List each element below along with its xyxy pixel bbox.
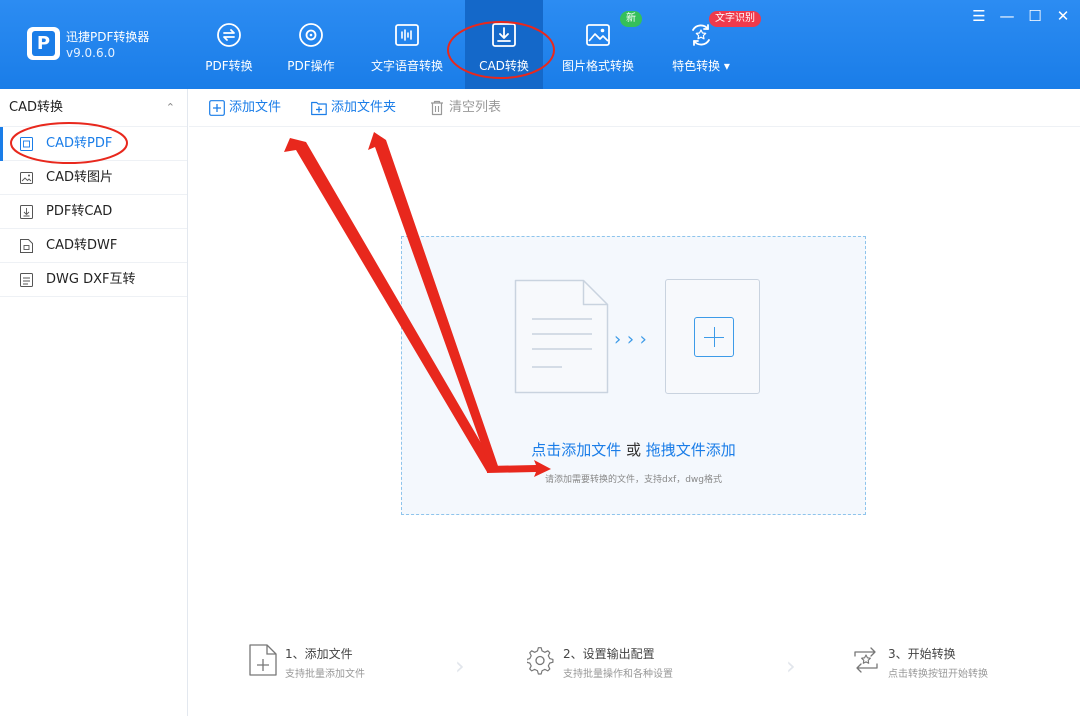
add-file-tile[interactable] xyxy=(665,279,760,394)
image-icon xyxy=(586,24,610,46)
step-separator-icon: › xyxy=(455,652,465,680)
image-file-icon xyxy=(20,172,33,184)
minimize-icon[interactable]: — xyxy=(996,6,1018,26)
or-text: 或 xyxy=(625,441,641,459)
sidebar-item-label: CAD转DWF xyxy=(46,238,118,253)
add-file-icon xyxy=(249,644,277,676)
nav-cad-convert[interactable]: CAD转换 xyxy=(465,0,543,89)
clear-list-button[interactable]: 清空列表 xyxy=(429,89,501,127)
cad-file-icon xyxy=(20,205,33,219)
pdf-file-icon xyxy=(20,137,33,151)
sidebar-item-label: CAD转图片 xyxy=(46,170,113,185)
nav-pdf-convert[interactable]: PDF转换 xyxy=(196,0,262,89)
add-folder-icon xyxy=(311,101,327,116)
nav-text-speech[interactable]: 文字语音转换 xyxy=(362,0,452,89)
dropzone-hint: 请添加需要转换的文件，支持dxf，dwg格式 xyxy=(545,475,722,485)
special-convert-icon xyxy=(692,24,710,46)
dropzone-instruction: 点击添加文件 或 拖拽文件添加 xyxy=(402,439,865,460)
chevron-up-icon[interactable]: ⌃ xyxy=(166,89,175,127)
app-name: 迅捷PDF转换器 xyxy=(66,30,150,44)
nav-label: CAD转换 xyxy=(479,59,529,73)
dwg-file-icon xyxy=(20,273,33,287)
document-illustration-icon xyxy=(514,279,609,394)
dwf-file-icon xyxy=(20,239,33,253)
menu-icon[interactable]: ☰ xyxy=(968,6,990,26)
ocr-badge: 文字识别 xyxy=(709,11,761,27)
audio-wave-icon xyxy=(395,24,419,46)
toolbar: 添加文件 添加文件夹 清空列表 xyxy=(189,89,1080,127)
sidebar-header[interactable]: CAD转换 ⌃ xyxy=(0,89,187,127)
top-header: P 迅捷PDF转换器 v9.0.6.0 PDF转换 PDF操作 文字语音转换 C… xyxy=(0,0,1080,89)
sidebar-title: CAD转换 xyxy=(9,100,63,115)
nav-label: 图片格式转换 xyxy=(561,59,634,73)
close-icon[interactable]: ✕ xyxy=(1052,6,1074,26)
app-version: v9.0.6.0 xyxy=(66,46,116,60)
sidebar: CAD转换 ⌃ CAD转PDF CAD转图片 PDF转CAD CAD转DWF D… xyxy=(0,89,188,716)
logo-p-mark: P xyxy=(32,31,55,56)
file-drop-zone[interactable]: ››› 点击添加文件 或 拖拽文件添加 请添加需要转换的文件，支持dxf，dwg… xyxy=(401,236,866,515)
sidebar-item-cad-to-pdf[interactable]: CAD转PDF xyxy=(0,127,187,161)
new-badge: 新 xyxy=(620,11,642,27)
convert-start-icon xyxy=(854,647,878,673)
nav-label-text: 特色转换 xyxy=(672,59,721,73)
step-title: 3、开始转换 xyxy=(888,647,956,661)
settings-gear-icon xyxy=(527,647,554,675)
maximize-icon[interactable]: ☐ xyxy=(1024,6,1046,26)
nav-label: PDF操作 xyxy=(287,59,335,73)
nav-pdf-operate[interactable]: PDF操作 xyxy=(279,0,343,89)
sidebar-item-label: CAD转PDF xyxy=(46,136,113,151)
sidebar-item-dwg-dxf[interactable]: DWG DXF互转 xyxy=(0,263,187,297)
step-desc: 点击转换按钮开始转换 xyxy=(888,669,988,680)
sidebar-item-label: DWG DXF互转 xyxy=(46,272,136,287)
drag-add-file-link[interactable]: 拖拽文件添加 xyxy=(646,441,736,459)
pdf-operate-icon xyxy=(299,23,323,47)
step-desc: 支持批量添加文件 xyxy=(285,669,365,680)
step-title: 2、设置输出配置 xyxy=(563,647,655,661)
pdf-convert-icon xyxy=(217,23,241,47)
nav-label: 特色转换 ▾ xyxy=(660,57,742,74)
plus-icon xyxy=(694,317,734,357)
nav-label: 文字语音转换 xyxy=(370,59,443,73)
trash-icon xyxy=(431,100,443,116)
click-add-file-link[interactable]: 点击添加文件 xyxy=(531,441,621,459)
nav-label: PDF转换 xyxy=(205,59,253,73)
cad-convert-icon xyxy=(492,23,516,47)
arrows-icon: ››› xyxy=(612,329,651,350)
add-folder-button[interactable]: 添加文件夹 xyxy=(311,89,396,127)
step-title: 1、添加文件 xyxy=(285,647,353,661)
sidebar-item-cad-to-image[interactable]: CAD转图片 xyxy=(0,161,187,195)
step-desc: 支持批量操作和各种设置 xyxy=(563,669,673,680)
step-separator-icon: › xyxy=(786,652,796,680)
app-logo: P xyxy=(27,27,60,60)
sidebar-item-cad-to-dwf[interactable]: CAD转DWF xyxy=(0,229,187,263)
chevron-down-icon: ▾ xyxy=(723,59,730,73)
sidebar-item-label: PDF转CAD xyxy=(46,204,113,219)
sidebar-item-pdf-to-cad[interactable]: PDF转CAD xyxy=(0,195,187,229)
add-file-button[interactable]: 添加文件 xyxy=(209,89,281,127)
add-file-icon xyxy=(209,100,225,116)
